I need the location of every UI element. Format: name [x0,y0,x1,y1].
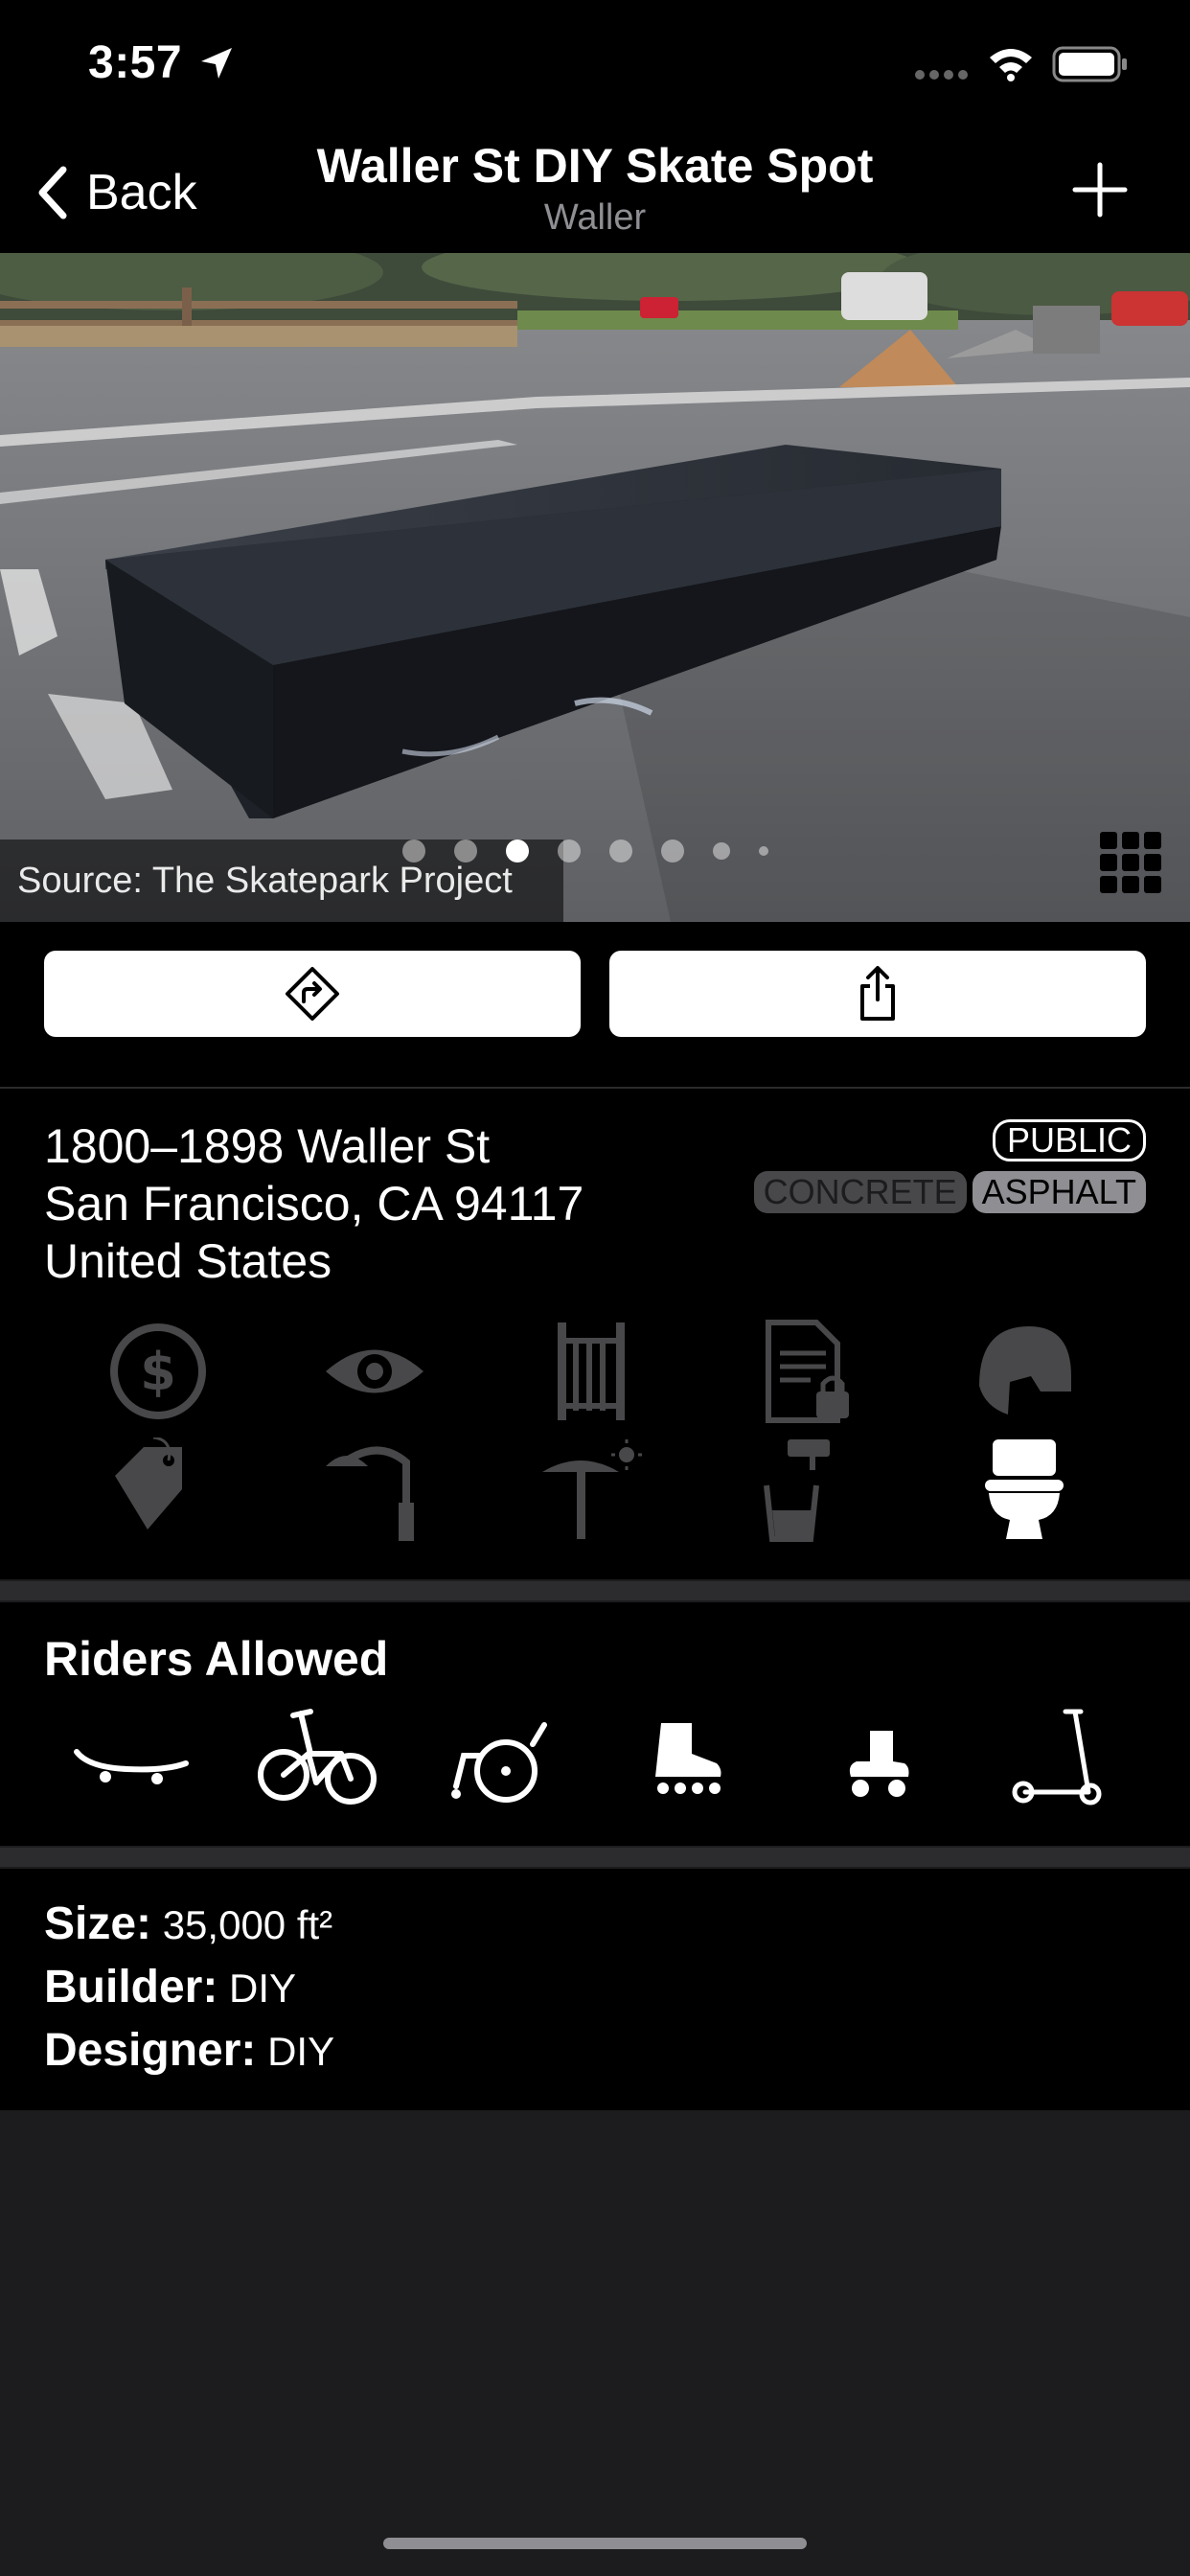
page-dot[interactable] [713,842,730,860]
water-fountain-icon[interactable] [755,1438,860,1543]
spec-size: Size: 35,000 ft² [44,1898,332,1950]
spec-designer-value: DIY [267,2029,335,2074]
page-dot-active[interactable] [506,840,529,862]
spec-builder-value: DIY [229,1966,297,2011]
surface-badges: CONCRETE ASPHALT [753,1171,1146,1213]
page-dot[interactable] [558,840,581,862]
toilet-icon[interactable] [972,1438,1077,1543]
wifi-icon [990,49,1032,81]
battery-icon [1052,46,1127,82]
street-light-icon[interactable] [322,1438,427,1543]
roller-skate-icon [812,1706,937,1811]
wheelchair-icon [441,1706,565,1811]
spec-designer: Designer: DIY [44,2024,334,2077]
photo-grid-button[interactable] [1100,832,1161,898]
scooter-icon [998,1706,1123,1811]
share-button[interactable] [609,951,1146,1037]
riders-allowed-title: Riders Allowed [44,1632,389,1686]
address[interactable]: 1800–1898 Waller St San Francisco, CA 94… [44,1117,584,1290]
spec-size-label: Size: [44,1898,152,1949]
directions-icon [286,967,339,1021]
page-dot[interactable] [661,840,684,862]
spec-size-value: 35,000 ft² [162,1902,333,1947]
address-line-2: San Francisco, CA 94117 [44,1177,584,1230]
eye-icon[interactable] [322,1319,427,1424]
section-divider [0,1848,1190,1867]
signal-icon [915,70,968,80]
skate-spot-photo [0,253,1190,922]
navigation-bar: Waller St DIY Skate Spot Waller Back [0,134,1190,253]
page-dot[interactable] [759,846,768,856]
action-bar [0,922,1190,1087]
fence-gate-icon[interactable] [538,1319,644,1424]
page-indicator[interactable] [402,840,768,862]
specs-card: Size: 35,000 ft² Builder: DIY Designer: … [0,1869,1190,2110]
svg-text:$: $ [140,1342,176,1402]
back-label: Back [86,165,197,220]
shade-umbrella-icon[interactable] [538,1438,644,1543]
access-badge: PUBLIC [992,1119,1146,1162]
section-divider [0,1581,1190,1600]
grid-icon [1100,832,1161,893]
amenities-grid: $ [105,1319,1102,1549]
waiver-document-icon[interactable] [755,1319,860,1424]
chevron-left-icon [38,166,67,219]
riders-allowed-card: Riders Allowed [0,1602,1190,1846]
price-tag-icon[interactable] [105,1436,211,1543]
surface-badge-concrete: CONCRETE [753,1171,967,1213]
share-icon [860,966,895,1021]
home-indicator[interactable] [383,2538,807,2549]
back-button[interactable]: Back [34,159,197,226]
spec-builder-label: Builder: [44,1962,218,2012]
page-dot[interactable] [454,840,477,862]
status-time: 3:57 [88,37,183,88]
skateboard-icon [69,1706,194,1811]
inline-skate-icon [627,1706,751,1811]
plus-icon[interactable] [1071,161,1129,218]
helmet-icon[interactable] [972,1319,1077,1424]
location-arrow-icon [201,48,232,79]
address-line-1: 1800–1898 Waller St [44,1119,491,1173]
bmx-bike-icon [255,1706,379,1811]
page-dot[interactable] [402,840,425,862]
address-line-3: United States [44,1234,332,1288]
status-bar: 3:57 [0,0,1190,134]
page-dot[interactable] [609,840,632,862]
directions-button[interactable] [44,951,581,1037]
fee-dollar-icon[interactable]: $ [105,1319,211,1424]
surface-badge-asphalt: ASPHALT [972,1171,1146,1213]
spec-designer-label: Designer: [44,2025,257,2076]
spec-builder: Builder: DIY [44,1961,296,2013]
photo-carousel[interactable]: Source: The Skatepark Project [0,253,1190,922]
address-card: 1800–1898 Waller St San Francisco, CA 94… [0,1089,1190,1579]
